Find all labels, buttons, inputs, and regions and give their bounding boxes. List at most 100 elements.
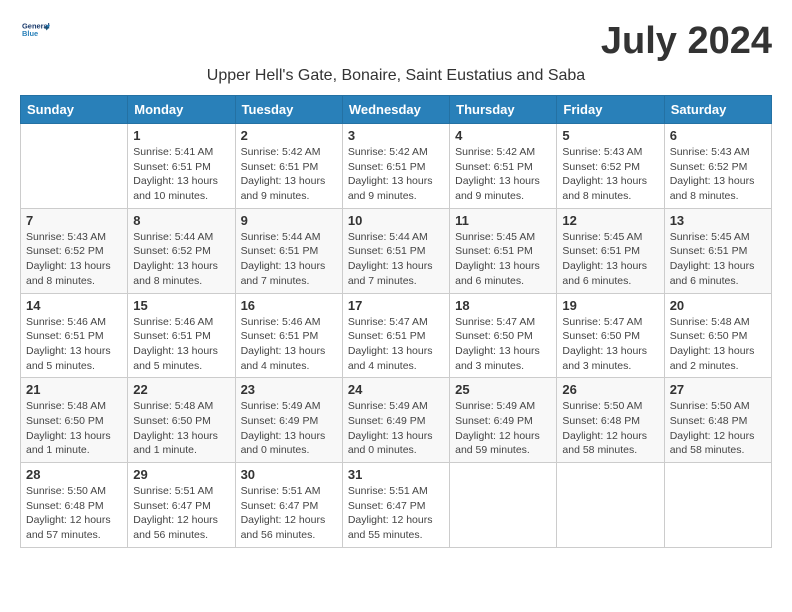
calendar-cell: 8 Sunrise: 5:44 AM Sunset: 6:52 PM Daylig… [128,208,235,293]
calendar-week-row: 7 Sunrise: 5:43 AM Sunset: 6:52 PM Daylig… [21,208,772,293]
day-info: Sunrise: 5:41 AM Sunset: 6:51 PM Dayligh… [133,145,229,204]
calendar-cell: 18Sunrise: 5:47 AM Sunset: 6:50 PM Dayli… [450,293,557,378]
day-info: Sunrise: 5:44 AM Sunset: 6:51 PM Dayligh… [241,230,337,289]
calendar-cell: 4 Sunrise: 5:42 AM Sunset: 6:51 PM Daylig… [450,124,557,209]
weekday-header-thursday: Thursday [450,96,557,124]
calendar-cell: 26Sunrise: 5:50 AM Sunset: 6:48 PM Dayli… [557,378,664,463]
calendar-week-row: 28 Sunrise: 5:50 AM Sunset: 6:48 PM Dayli… [21,463,772,548]
calendar-cell: 2Sunrise: 5:42 AM Sunset: 6:51 PM Daylig… [235,124,342,209]
day-info: Sunrise: 5:51 AM Sunset: 6:47 PM Dayligh… [348,484,444,543]
day-number: 18 [455,298,551,313]
calendar-cell: 17Sunrise: 5:47 AM Sunset: 6:51 PM Dayli… [342,293,449,378]
day-info: Sunrise: 5:49 AM Sunset: 6:49 PM Dayligh… [455,399,551,458]
calendar-cell [664,463,771,548]
day-number: 31 [348,467,444,482]
calendar-cell: 22Sunrise: 5:48 AM Sunset: 6:50 PM Dayli… [128,378,235,463]
calendar-cell: 31 Sunrise: 5:51 AM Sunset: 6:47 PM Dayli… [342,463,449,548]
day-info: Sunrise: 5:45 AM Sunset: 6:51 PM Dayligh… [670,230,766,289]
calendar-cell: 15 Sunrise: 5:46 AM Sunset: 6:51 PM Dayli… [128,293,235,378]
day-number: 5 [562,128,658,143]
calendar-cell: 30Sunrise: 5:51 AM Sunset: 6:47 PM Dayli… [235,463,342,548]
calendar-cell: 5 Sunrise: 5:43 AM Sunset: 6:52 PM Daylig… [557,124,664,209]
day-info: Sunrise: 5:43 AM Sunset: 6:52 PM Dayligh… [26,230,122,289]
calendar-week-row: 14Sunrise: 5:46 AM Sunset: 6:51 PM Dayli… [21,293,772,378]
day-number: 21 [26,382,122,397]
weekday-header-tuesday: Tuesday [235,96,342,124]
calendar-week-row: 1 Sunrise: 5:41 AM Sunset: 6:51 PM Daylig… [21,124,772,209]
day-info: Sunrise: 5:48 AM Sunset: 6:50 PM Dayligh… [26,399,122,458]
day-info: Sunrise: 5:50 AM Sunset: 6:48 PM Dayligh… [670,399,766,458]
calendar-cell: 27Sunrise: 5:50 AM Sunset: 6:48 PM Dayli… [664,378,771,463]
calendar-cell: 1 Sunrise: 5:41 AM Sunset: 6:51 PM Daylig… [128,124,235,209]
weekday-header-sunday: Sunday [21,96,128,124]
day-number: 12 [562,213,658,228]
day-info: Sunrise: 5:43 AM Sunset: 6:52 PM Dayligh… [670,145,766,204]
day-info: Sunrise: 5:44 AM Sunset: 6:52 PM Dayligh… [133,230,229,289]
day-info: Sunrise: 5:45 AM Sunset: 6:51 PM Dayligh… [455,230,551,289]
calendar-cell [450,463,557,548]
calendar-cell: 10 Sunrise: 5:44 AM Sunset: 6:51 PM Dayli… [342,208,449,293]
calendar-cell: 7 Sunrise: 5:43 AM Sunset: 6:52 PM Daylig… [21,208,128,293]
calendar-cell: 11 Sunrise: 5:45 AM Sunset: 6:51 PM Dayli… [450,208,557,293]
calendar-cell: 24 Sunrise: 5:49 AM Sunset: 6:49 PM Dayli… [342,378,449,463]
calendar-cell: 13 Sunrise: 5:45 AM Sunset: 6:51 PM Dayli… [664,208,771,293]
day-number: 6 [670,128,766,143]
day-number: 11 [455,213,551,228]
day-info: Sunrise: 5:47 AM Sunset: 6:50 PM Dayligh… [562,315,658,374]
calendar-table: SundayMondayTuesdayWednesdayThursdayFrid… [20,95,772,548]
day-info: Sunrise: 5:49 AM Sunset: 6:49 PM Dayligh… [348,399,444,458]
calendar-cell: 21 Sunrise: 5:48 AM Sunset: 6:50 PM Dayli… [21,378,128,463]
day-number: 28 [26,467,122,482]
day-number: 7 [26,213,122,228]
day-number: 13 [670,213,766,228]
calendar-cell: 29Sunrise: 5:51 AM Sunset: 6:47 PM Dayli… [128,463,235,548]
day-info: Sunrise: 5:42 AM Sunset: 6:51 PM Dayligh… [348,145,444,204]
calendar-cell: 14Sunrise: 5:46 AM Sunset: 6:51 PM Dayli… [21,293,128,378]
day-number: 25 [455,382,551,397]
day-number: 16 [241,298,337,313]
day-info: Sunrise: 5:49 AM Sunset: 6:49 PM Dayligh… [241,399,337,458]
day-info: Sunrise: 5:50 AM Sunset: 6:48 PM Dayligh… [562,399,658,458]
day-number: 15 [133,298,229,313]
weekday-header-wednesday: Wednesday [342,96,449,124]
day-number: 24 [348,382,444,397]
day-info: Sunrise: 5:43 AM Sunset: 6:52 PM Dayligh… [562,145,658,204]
day-info: Sunrise: 5:50 AM Sunset: 6:48 PM Dayligh… [26,484,122,543]
calendar-cell [557,463,664,548]
calendar-cell [21,124,128,209]
day-number: 4 [455,128,551,143]
day-number: 19 [562,298,658,313]
day-number: 3 [348,128,444,143]
day-number: 30 [241,467,337,482]
day-info: Sunrise: 5:48 AM Sunset: 6:50 PM Dayligh… [133,399,229,458]
day-info: Sunrise: 5:42 AM Sunset: 6:51 PM Dayligh… [455,145,551,204]
month-year-title: July 2024 [601,20,772,63]
logo: General Blue [20,20,50,45]
svg-text:Blue: Blue [22,29,38,38]
calendar-week-row: 21 Sunrise: 5:48 AM Sunset: 6:50 PM Dayli… [21,378,772,463]
day-info: Sunrise: 5:45 AM Sunset: 6:51 PM Dayligh… [562,230,658,289]
day-info: Sunrise: 5:51 AM Sunset: 6:47 PM Dayligh… [133,484,229,543]
calendar-cell: 16 Sunrise: 5:46 AM Sunset: 6:51 PM Dayli… [235,293,342,378]
calendar-cell: 23Sunrise: 5:49 AM Sunset: 6:49 PM Dayli… [235,378,342,463]
day-number: 8 [133,213,229,228]
location-subtitle: Upper Hell's Gate, Bonaire, Saint Eustat… [20,67,772,85]
weekday-header-monday: Monday [128,96,235,124]
day-number: 1 [133,128,229,143]
calendar-cell: 25 Sunrise: 5:49 AM Sunset: 6:49 PM Dayli… [450,378,557,463]
day-info: Sunrise: 5:46 AM Sunset: 6:51 PM Dayligh… [133,315,229,374]
day-number: 10 [348,213,444,228]
day-info: Sunrise: 5:44 AM Sunset: 6:51 PM Dayligh… [348,230,444,289]
calendar-cell: 9 Sunrise: 5:44 AM Sunset: 6:51 PM Daylig… [235,208,342,293]
calendar-cell: 6 Sunrise: 5:43 AM Sunset: 6:52 PM Daylig… [664,124,771,209]
calendar-cell: 28 Sunrise: 5:50 AM Sunset: 6:48 PM Dayli… [21,463,128,548]
day-info: Sunrise: 5:46 AM Sunset: 6:51 PM Dayligh… [241,315,337,374]
day-info: Sunrise: 5:47 AM Sunset: 6:51 PM Dayligh… [348,315,444,374]
day-number: 20 [670,298,766,313]
day-info: Sunrise: 5:46 AM Sunset: 6:51 PM Dayligh… [26,315,122,374]
day-number: 2 [241,128,337,143]
calendar-cell: 19 Sunrise: 5:47 AM Sunset: 6:50 PM Dayli… [557,293,664,378]
weekday-header-friday: Friday [557,96,664,124]
day-number: 9 [241,213,337,228]
weekday-header-saturday: Saturday [664,96,771,124]
